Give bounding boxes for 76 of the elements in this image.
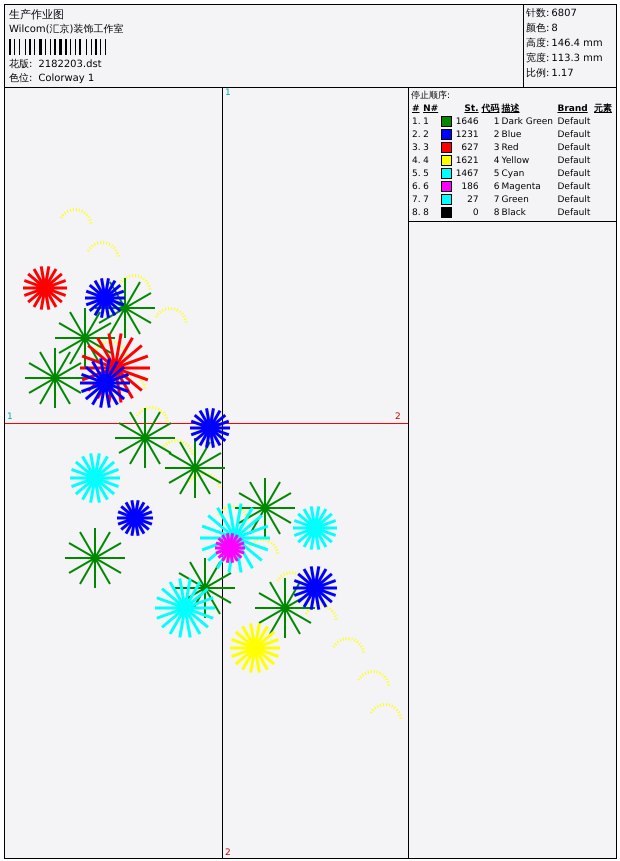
table-cell-text: 2 <box>422 128 430 141</box>
table-cell-text: 7. <box>411 194 422 206</box>
table-cell-text: Default <box>556 168 592 180</box>
column-header: Brand <box>556 102 589 115</box>
table-cell-text: Magenta <box>500 180 542 193</box>
table-cell-text: 3 <box>422 142 430 154</box>
table-cell-text: 1 <box>422 116 430 128</box>
column-header: St. <box>463 102 480 115</box>
table-cell-text: 186 <box>460 180 480 193</box>
design-file-value: 2182203.dst <box>38 58 102 71</box>
table-cell-text: Default <box>556 128 592 141</box>
table-cell-text: 5 <box>422 168 430 180</box>
table-cell-text: Blue <box>500 128 522 141</box>
table-cell-text: 6 <box>492 180 501 193</box>
table-cell-text: 1 <box>492 116 501 128</box>
table-cell-text: 4 <box>492 154 501 167</box>
stat-label: 高度: <box>526 37 550 50</box>
table-cell-text: Default <box>556 154 592 167</box>
axis-label: 1 <box>7 412 13 422</box>
table-cell-text: 0 <box>472 206 480 219</box>
table-cell-text: 4 <box>422 154 430 167</box>
table-cell-text: Default <box>556 194 592 206</box>
sheet-title: 生产作业图 <box>9 7 65 22</box>
table-cell-text: 1621 <box>454 154 480 167</box>
table-cell-text: Black <box>500 206 527 219</box>
table-title: 停止顺序: <box>411 90 452 102</box>
table-cell-text: Dark Green <box>500 116 554 128</box>
column-header: 元素 <box>593 102 613 115</box>
table-cell-text: 27 <box>466 194 480 206</box>
design-file-label: 花版: <box>9 58 32 71</box>
table-cell-text: 1467 <box>454 168 480 180</box>
table-cell-text: 2. <box>411 128 422 141</box>
stat-value: 113.3 mm <box>551 52 603 65</box>
column-header: 代码 <box>480 102 501 115</box>
table-cell-text: 8 <box>492 206 501 219</box>
colorway-label: 色位: <box>9 72 32 85</box>
table-cell-text: 4. <box>411 154 422 167</box>
table-cell-text: 2 <box>492 128 501 141</box>
table-cell-text: 7 <box>422 194 430 206</box>
table-cell-text: 8 <box>422 206 430 219</box>
table-cell-text: 7 <box>492 194 501 206</box>
axis-label: 2 <box>395 412 401 422</box>
table-cell-text: Default <box>556 142 592 154</box>
column-header: # <box>411 102 421 115</box>
axis-label: 2 <box>225 848 231 858</box>
axis-label: 1 <box>225 88 231 98</box>
table-cell-text: 3. <box>411 142 422 154</box>
table-cell-text: Default <box>556 116 592 128</box>
table-cell-text: Cyan <box>500 168 526 180</box>
stat-label: 比例: <box>526 67 550 80</box>
table-cell-text: 5. <box>411 168 422 180</box>
table-cell-text: Green <box>500 194 530 206</box>
column-header: N# <box>422 102 440 115</box>
stat-label: 针数: <box>526 7 550 20</box>
stat-value: 1.17 <box>551 67 574 80</box>
table-cell-text: 1. <box>411 116 422 128</box>
column-header: 描述 <box>500 102 521 115</box>
company-name: Wilcom(汇京)装饰工作室 <box>9 23 124 36</box>
table-cell-text: Default <box>556 206 592 219</box>
table-cell-text: 5 <box>492 168 501 180</box>
table-cell-text: 8. <box>411 206 422 219</box>
stat-label: 颜色: <box>526 22 550 35</box>
table-cell-text: 6 <box>422 180 430 193</box>
table-cell-text: 627 <box>460 142 480 154</box>
stat-value: 8 <box>551 22 558 35</box>
table-cell-text: Yellow <box>500 154 530 167</box>
stat-value: 146.4 mm <box>551 37 603 50</box>
table-cell-text: Default <box>556 180 592 193</box>
table-cell-text: 1646 <box>454 116 480 128</box>
colorway-value: Colorway 1 <box>38 72 94 85</box>
table-cell-text: Red <box>500 142 520 154</box>
table-cell-text: 6. <box>411 180 422 193</box>
table-cell-text: 1231 <box>454 128 480 141</box>
table-cell-text: 3 <box>492 142 501 154</box>
stat-value: 6807 <box>551 7 577 20</box>
stat-label: 宽度: <box>526 52 550 65</box>
